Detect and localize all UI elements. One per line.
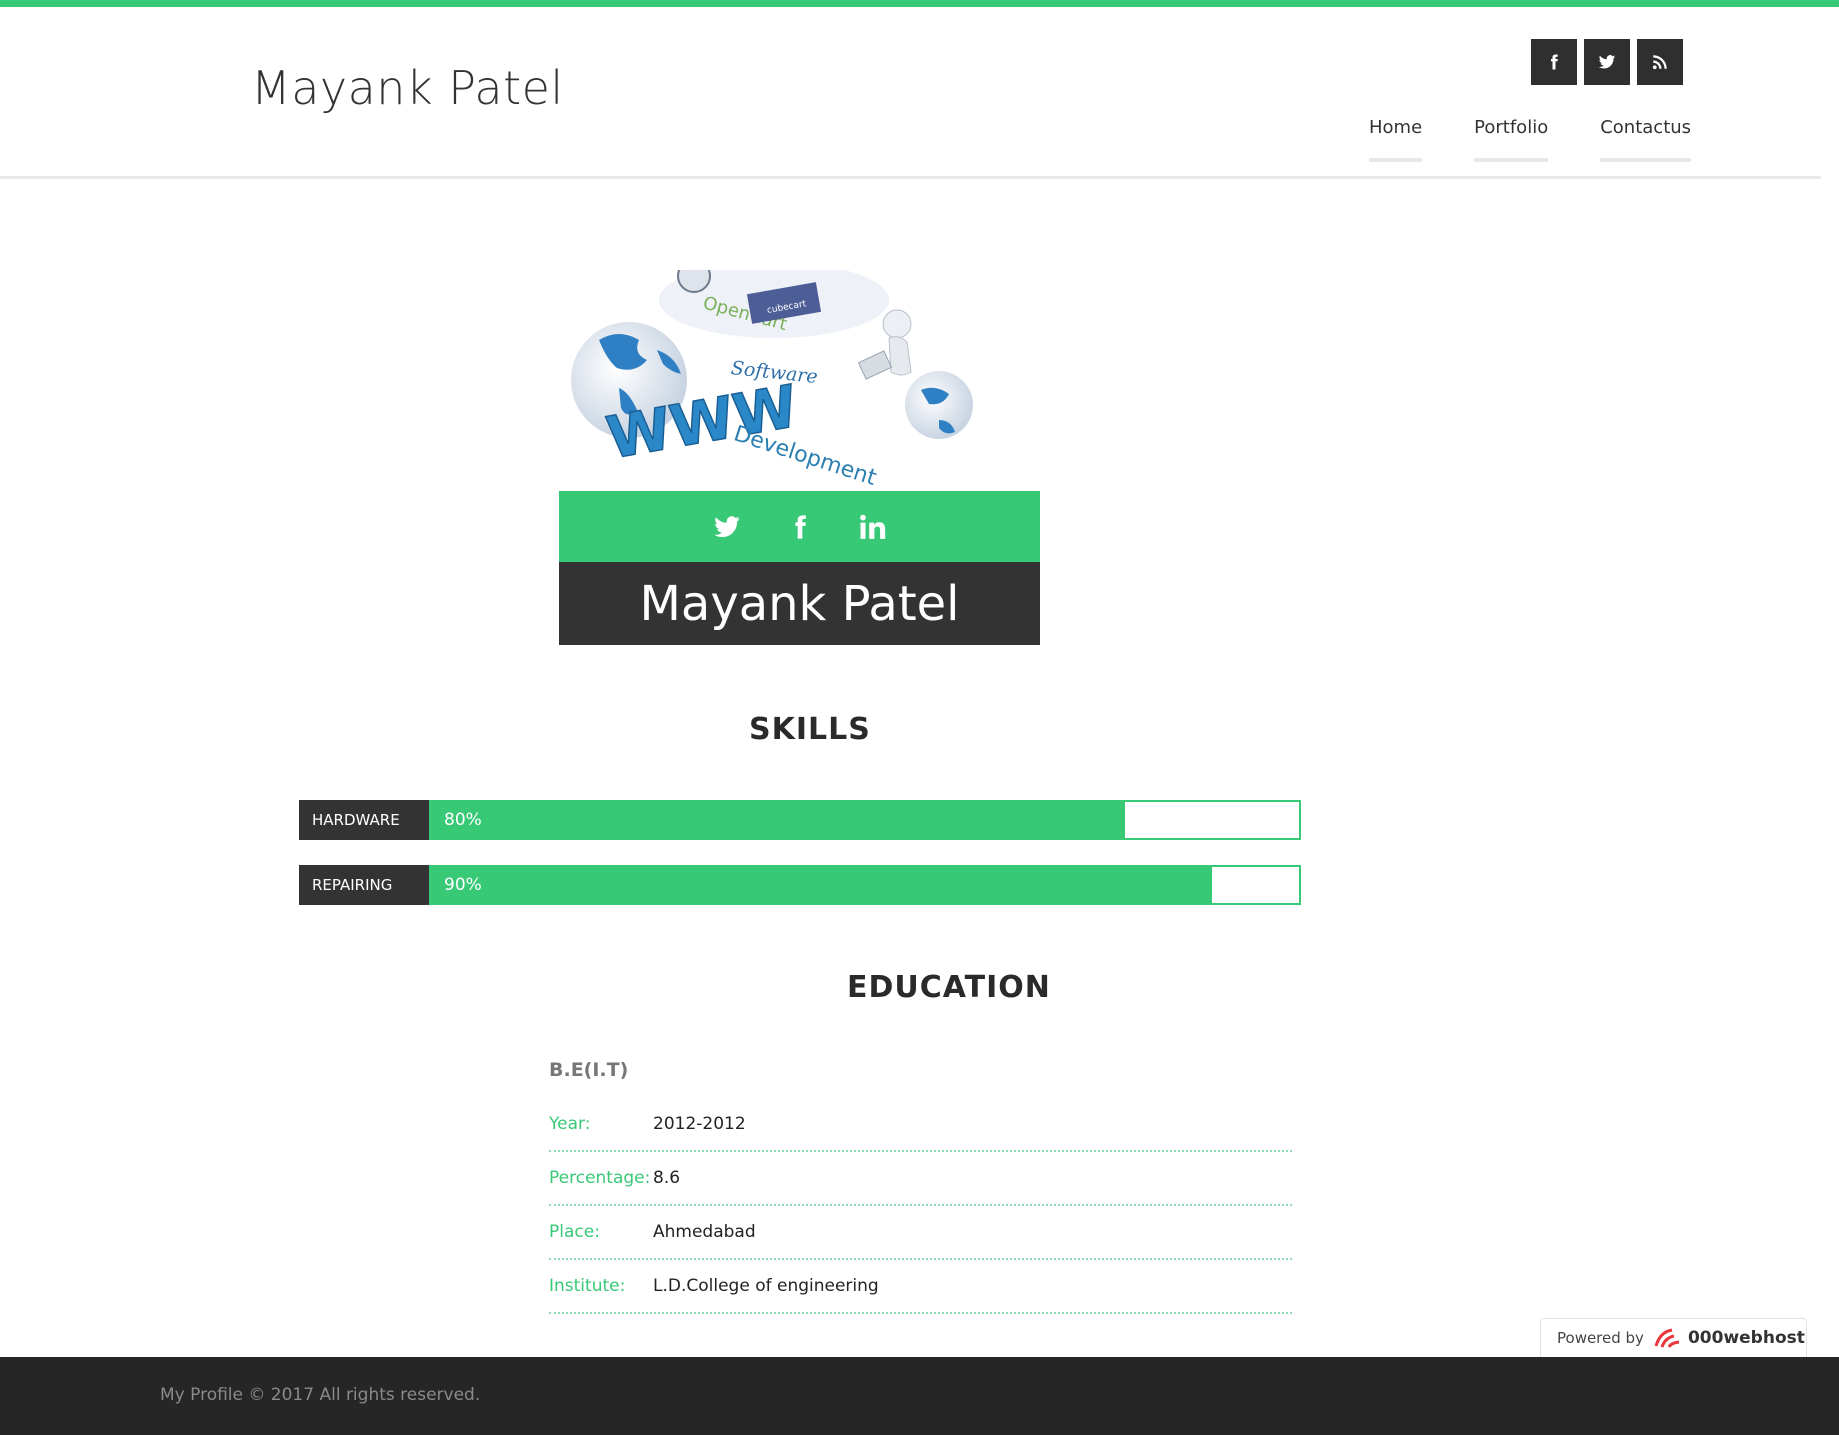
nav-portfolio[interactable]: Portfolio [1474,117,1549,162]
skill-label: REPAIRING [299,865,429,905]
skill-bar: REPAIRING 90% [299,865,1301,905]
rss-icon [1652,55,1667,70]
000webhost-logo-icon [1654,1328,1680,1348]
education-value: 8.6 [653,1168,681,1188]
twitter-icon[interactable] [712,513,742,541]
facebook-button[interactable] [1531,39,1577,85]
skill-bar: HARDWARE 80% [299,800,1301,840]
skill-fill: 90% [431,867,1213,903]
education-value: L.D.College of engineering [653,1276,879,1296]
profile-banner-image: OpenCart cubecart WWW Software Developme… [571,270,973,491]
education-key: Year: [549,1114,591,1134]
education-row: Place: Ahmedabad [549,1206,1292,1260]
education-row: Year: 2012-2012 [549,1098,1292,1152]
facebook-icon[interactable] [786,511,814,543]
skill-label: HARDWARE [299,800,429,840]
site-header: Mayank Patel Home Portfolio Contactus [0,7,1821,179]
main-nav: Home Portfolio Contactus [1369,117,1691,162]
profile-social-bar [559,491,1040,562]
twitter-icon [1598,55,1616,69]
education-row: Percentage: 8.6 [549,1152,1292,1206]
education-value: Ahmedabad [653,1222,756,1242]
powered-by-label: Powered by [1557,1329,1644,1347]
education-key: Place: [549,1222,600,1242]
banner-word: Development [731,421,880,491]
linkedin-icon[interactable] [858,512,888,542]
facebook-icon [1551,54,1558,70]
site-title[interactable]: Mayank Patel [251,61,564,115]
degree-title: B.E(I.T) [549,1059,629,1081]
skill-fill: 80% [431,802,1126,838]
footer-copyright: My Profile © 2017 All rights reserved. [160,1385,481,1405]
profile-name: Mayank Patel [559,562,1040,645]
education-heading: EDUCATION [847,970,1051,1005]
powered-by-brand: 000webhost [1687,1328,1805,1348]
education-row: Institute: L.D.College of engineering [549,1260,1292,1314]
site-footer: My Profile © 2017 All rights reserved. [0,1357,1839,1435]
twitter-button[interactable] [1584,39,1630,85]
powered-by-badge[interactable]: Powered by 000webhost [1540,1318,1807,1357]
nav-contactus[interactable]: Contactus [1600,117,1691,162]
rss-button[interactable] [1637,39,1683,85]
skills-heading: SKILLS [749,712,871,747]
education-key: Percentage: [549,1168,651,1188]
header-social-links [1531,39,1683,85]
education-value: 2012-2012 [653,1114,746,1134]
education-key: Institute: [549,1276,626,1296]
skill-track: 90% [429,865,1301,905]
skill-track: 80% [429,800,1301,840]
top-accent-strip [0,0,1839,7]
nav-home[interactable]: Home [1369,117,1423,162]
